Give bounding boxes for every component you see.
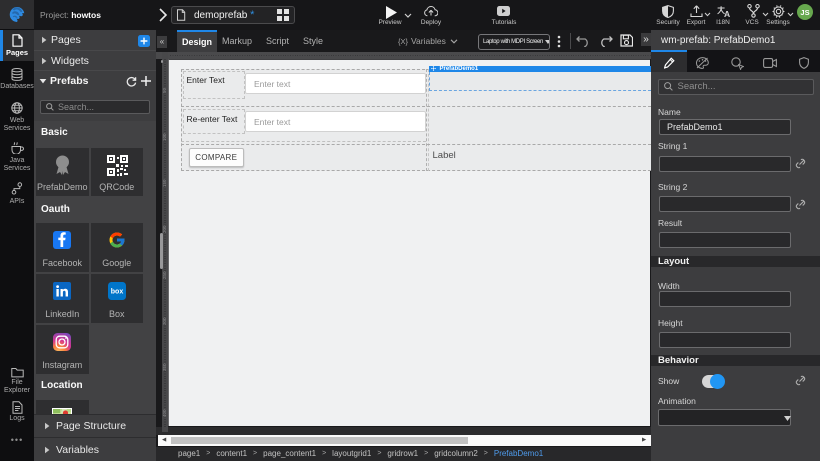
svg-text:box: box xyxy=(110,289,123,296)
svg-text:A: A xyxy=(724,9,730,18)
